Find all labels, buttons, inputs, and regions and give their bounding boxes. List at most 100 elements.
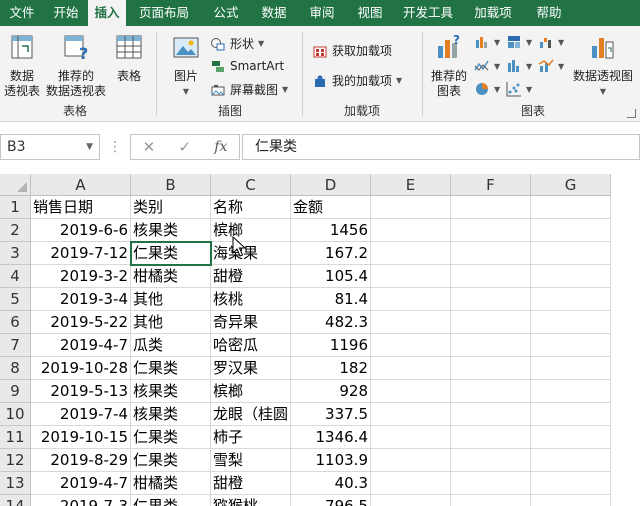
cell-C8[interactable]: 罗汉果: [211, 357, 291, 380]
cell-D6[interactable]: 482.3: [291, 311, 371, 334]
tab-0[interactable]: 文件: [0, 0, 44, 26]
cell-E3[interactable]: [371, 242, 451, 265]
cell-C11[interactable]: 柿子: [211, 426, 291, 449]
row-header[interactable]: 14: [0, 495, 31, 506]
cell-G7[interactable]: [531, 334, 611, 357]
shapes-button[interactable]: 形状 ▼: [210, 35, 264, 52]
cell-E4[interactable]: [371, 265, 451, 288]
row-header[interactable]: 5: [0, 288, 31, 311]
cell-G2[interactable]: [531, 219, 611, 242]
cell-F10[interactable]: [451, 403, 531, 426]
column-header[interactable]: G: [531, 174, 611, 196]
row-header[interactable]: 12: [0, 449, 31, 472]
tab-6[interactable]: 审阅: [298, 0, 346, 26]
cell-C10[interactable]: 龙眼（桂圆: [211, 403, 291, 426]
column-header[interactable]: A: [31, 174, 131, 196]
tab-2[interactable]: 插入: [88, 0, 126, 26]
cell-D14[interactable]: 796.5: [291, 495, 371, 506]
cell-D12[interactable]: 1103.9: [291, 449, 371, 472]
cell-C13[interactable]: 甜橙: [211, 472, 291, 495]
cell-B1[interactable]: 类别: [131, 196, 211, 219]
cell-C14[interactable]: 猕猴桃: [211, 495, 291, 506]
tab-8[interactable]: 开发工具: [394, 0, 462, 26]
row-header[interactable]: 13: [0, 472, 31, 495]
cell-D10[interactable]: 337.5: [291, 403, 371, 426]
tab-7[interactable]: 视图: [346, 0, 394, 26]
cell-G13[interactable]: [531, 472, 611, 495]
column-chart-button[interactable]: ▼: [474, 34, 500, 50]
waterfall-chart-button[interactable]: ▼: [538, 34, 564, 50]
row-header[interactable]: 11: [0, 426, 31, 449]
cell-F13[interactable]: [451, 472, 531, 495]
enter-icon[interactable]: ✓: [178, 138, 191, 156]
column-header[interactable]: C: [211, 174, 291, 196]
cell-B11[interactable]: 仁果类: [131, 426, 211, 449]
cell-A5[interactable]: 2019-3-4: [31, 288, 131, 311]
cell-F3[interactable]: [451, 242, 531, 265]
cell-B14[interactable]: 仁果类: [131, 495, 211, 506]
cell-G14[interactable]: [531, 495, 611, 506]
cell-B2[interactable]: 核果类: [131, 219, 211, 242]
cell-A13[interactable]: 2019-4-7: [31, 472, 131, 495]
cell-E7[interactable]: [371, 334, 451, 357]
cell-G5[interactable]: [531, 288, 611, 311]
combo-chart-button[interactable]: ▼: [538, 58, 564, 74]
cell-D3[interactable]: 167.2: [291, 242, 371, 265]
hierarchy-chart-button[interactable]: ▼: [506, 34, 532, 50]
cell-D5[interactable]: 81.4: [291, 288, 371, 311]
cell-A1[interactable]: 销售日期: [31, 196, 131, 219]
cell-E10[interactable]: [371, 403, 451, 426]
cell-F9[interactable]: [451, 380, 531, 403]
row-header[interactable]: 2: [0, 219, 31, 242]
pivot-chart-button[interactable]: 数据透视图 ▼: [570, 32, 636, 99]
table-button[interactable]: 表格: [110, 32, 148, 84]
scatter-chart-button[interactable]: ▼: [506, 81, 532, 97]
cell-C5[interactable]: 核桃: [211, 288, 291, 311]
column-header[interactable]: B: [131, 174, 211, 196]
my-addins-button[interactable]: 我的加载项 ▼: [312, 72, 402, 89]
name-box[interactable]: B3 ▼: [0, 134, 100, 160]
statistic-chart-button[interactable]: ▼: [506, 58, 532, 74]
cell-B3[interactable]: 仁果类: [130, 241, 212, 266]
recommended-charts-button[interactable]: ? 推荐的 图表: [428, 32, 470, 99]
cell-F1[interactable]: [451, 196, 531, 219]
formula-input[interactable]: 仁果类: [242, 134, 640, 160]
column-header[interactable]: E: [371, 174, 451, 196]
tab-5[interactable]: 数据: [250, 0, 298, 26]
cell-A3[interactable]: 2019-7-12: [31, 242, 131, 265]
cell-B7[interactable]: 瓜类: [131, 334, 211, 357]
cell-D11[interactable]: 1346.4: [291, 426, 371, 449]
column-header[interactable]: F: [451, 174, 531, 196]
cell-G9[interactable]: [531, 380, 611, 403]
cell-B12[interactable]: 仁果类: [131, 449, 211, 472]
tab-9[interactable]: 加载项: [462, 0, 524, 26]
cell-D9[interactable]: 928: [291, 380, 371, 403]
screenshot-button[interactable]: 屏幕截图 ▼: [210, 81, 288, 98]
cell-A4[interactable]: 2019-3-2: [31, 265, 131, 288]
cell-F4[interactable]: [451, 265, 531, 288]
cancel-icon[interactable]: ✕: [143, 138, 156, 156]
row-header[interactable]: 3: [0, 242, 31, 265]
cell-E14[interactable]: [371, 495, 451, 506]
cell-A10[interactable]: 2019-7-4: [31, 403, 131, 426]
cell-A7[interactable]: 2019-4-7: [31, 334, 131, 357]
cell-D13[interactable]: 40.3: [291, 472, 371, 495]
cell-G4[interactable]: [531, 265, 611, 288]
cell-C6[interactable]: 奇异果: [211, 311, 291, 334]
cell-C7[interactable]: 哈密瓜: [211, 334, 291, 357]
cell-G11[interactable]: [531, 426, 611, 449]
cell-E9[interactable]: [371, 380, 451, 403]
pie-chart-button[interactable]: ▼: [474, 81, 500, 97]
row-header[interactable]: 7: [0, 334, 31, 357]
row-header[interactable]: 8: [0, 357, 31, 380]
cell-A14[interactable]: 2019-7-3: [31, 495, 131, 506]
cell-B8[interactable]: 仁果类: [131, 357, 211, 380]
cell-F2[interactable]: [451, 219, 531, 242]
insert-function-icon[interactable]: fx: [214, 139, 227, 155]
cell-G6[interactable]: [531, 311, 611, 334]
cell-B5[interactable]: 其他: [131, 288, 211, 311]
smartart-button[interactable]: SmartArt: [210, 58, 284, 74]
cell-B4[interactable]: 柑橘类: [131, 265, 211, 288]
cell-A11[interactable]: 2019-10-15: [31, 426, 131, 449]
row-header[interactable]: 10: [0, 403, 31, 426]
